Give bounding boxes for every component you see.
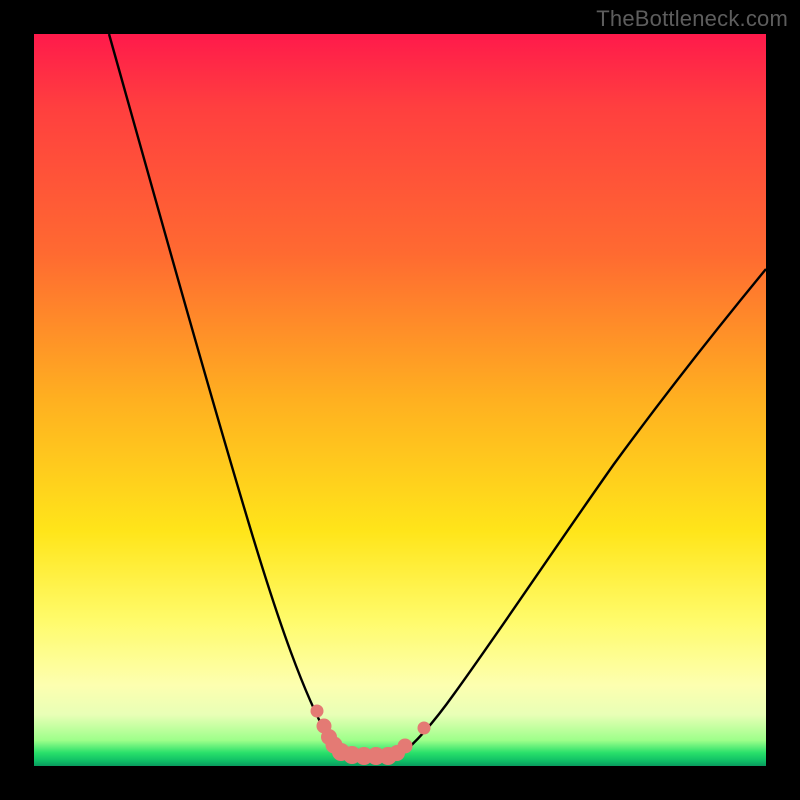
watermark-text: TheBottleneck.com (596, 6, 788, 32)
valley-markers (311, 705, 431, 766)
right-curve (399, 269, 766, 756)
plot-area (34, 34, 766, 766)
outer-frame: TheBottleneck.com (0, 0, 800, 800)
chart-svg (34, 34, 766, 766)
left-curve (109, 34, 346, 756)
